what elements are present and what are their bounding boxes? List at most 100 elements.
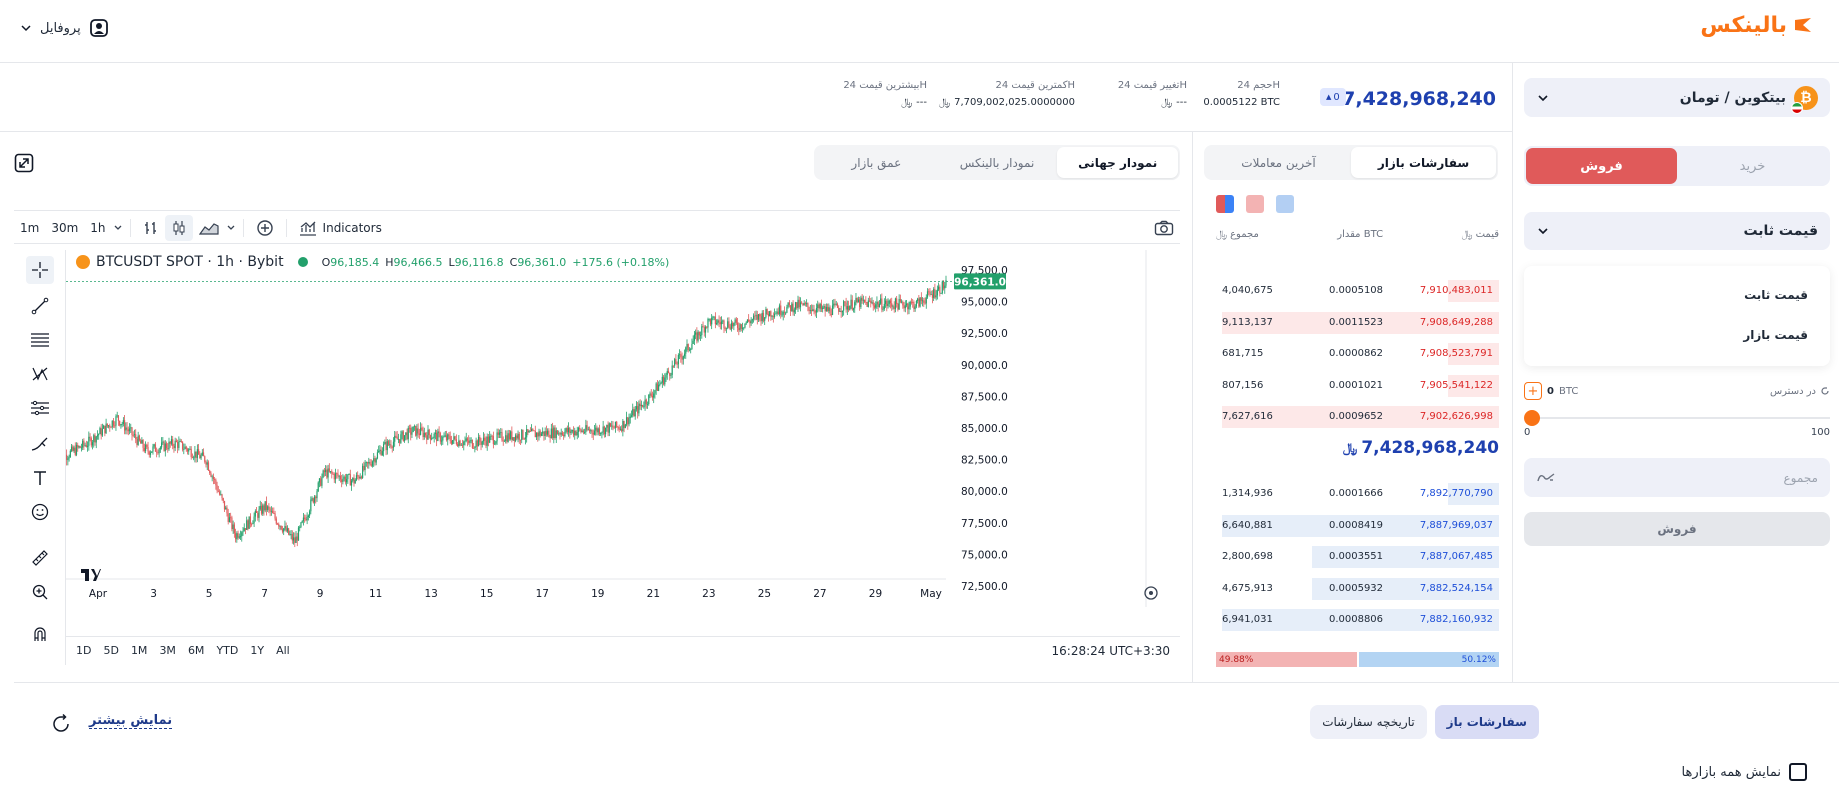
pattern-icon[interactable] [26, 360, 54, 388]
candle-body [321, 477, 323, 486]
fullscreen-icon[interactable] [14, 153, 34, 176]
tab-global-chart[interactable]: نمودار جهانی [1057, 147, 1178, 178]
axis-settings-icon[interactable] [1144, 586, 1158, 600]
sell-tab[interactable]: فروش [1526, 148, 1677, 184]
candle-body [719, 322, 721, 325]
candle-body [455, 439, 457, 445]
refresh-icon[interactable] [1820, 386, 1830, 396]
candle-body [775, 313, 777, 315]
candle-body [235, 533, 237, 540]
candle-body [283, 528, 285, 532]
interval-1h[interactable]: 1h [84, 215, 111, 241]
candle-body [260, 505, 263, 514]
candle-body [651, 395, 654, 398]
profile-menu[interactable]: پروفایل [20, 18, 109, 38]
range-1y[interactable]: 1Y [250, 644, 264, 657]
crosshair-icon[interactable] [26, 256, 54, 284]
bid-row[interactable]: 7,887,969,037 0.0008419 6,640,881 [1216, 514, 1499, 537]
trendline-icon[interactable] [26, 292, 54, 320]
candle-body [299, 526, 301, 528]
amount-slider[interactable] [1524, 408, 1830, 428]
range-1m[interactable]: 1M [131, 644, 148, 657]
prediction-icon[interactable] [26, 394, 54, 422]
submit-sell-button[interactable]: فروش [1524, 512, 1830, 546]
candle-body [429, 435, 432, 440]
candle-body [466, 438, 469, 441]
show-all-markets[interactable]: نمایش همه بازارها [1682, 763, 1807, 781]
chevron-down-icon[interactable] [225, 222, 237, 234]
range-all[interactable]: All [276, 644, 290, 657]
candle-body [908, 306, 910, 310]
tab-open-orders[interactable]: سفارشات باز [1434, 705, 1539, 739]
candle-body [637, 406, 639, 414]
show-all-checkbox[interactable] [1789, 763, 1807, 781]
market-selector[interactable]: ₿ بیتکوین / تومان [1524, 78, 1830, 117]
candle-body [288, 528, 290, 535]
candle-body [579, 427, 581, 430]
show-more-link[interactable]: نمایش بیشتر [89, 713, 173, 729]
indicators-button[interactable]: Indicators [293, 215, 388, 241]
candle-body [915, 300, 917, 307]
chevron-down-icon[interactable] [112, 222, 124, 234]
slider-handle[interactable] [1524, 410, 1540, 426]
tab-market-depth[interactable]: عمق بازار [816, 147, 937, 178]
ask-row[interactable]: 7,905,541,122 0.0001021 807,156 [1216, 374, 1499, 397]
chart-clock[interactable]: 16:28:24 UTC+3:30 [1052, 644, 1171, 658]
ask-row[interactable]: 7,902,626,998 0.0009652 7,627,616 [1216, 406, 1499, 428]
deposit-plus-icon[interactable]: + [1524, 382, 1542, 400]
candle-body [698, 331, 700, 336]
ruler-icon[interactable] [26, 544, 54, 572]
tab-order-history[interactable]: تاریخچه سفارشات [1310, 705, 1427, 739]
range-3m[interactable]: 3M [159, 644, 176, 657]
refresh-icon[interactable] [50, 713, 72, 738]
compare-plus-icon[interactable] [250, 215, 280, 241]
brush-icon[interactable] [26, 430, 54, 458]
ask-row[interactable]: 7,908,649,288 0.0011523 9,113,137 [1216, 311, 1499, 334]
bid-row[interactable]: 7,892,770,790 0.0001666 1,314,936 [1216, 483, 1499, 505]
tab-market-orders[interactable]: سفارشات بازار [1351, 147, 1496, 178]
candles-icon[interactable] [164, 214, 193, 241]
candle-body [90, 438, 92, 446]
zoom-icon[interactable] [26, 578, 54, 606]
stat-change: تغییر قیمت 24H ﷼ --- [1118, 80, 1187, 108]
interval-30m[interactable]: 30m [45, 215, 84, 241]
view-bids-icon[interactable] [1276, 195, 1294, 213]
range-6m[interactable]: 6M [188, 644, 205, 657]
range-ytd[interactable]: YTD [216, 644, 238, 657]
bid-row[interactable]: 7,887,067,485 0.0003551 2,800,698 [1216, 546, 1499, 568]
magnet-icon[interactable] [26, 620, 54, 648]
tab-balinex-chart[interactable]: نمودار بالینکس [937, 147, 1058, 178]
fib-lines-icon[interactable] [26, 326, 54, 354]
price-chart[interactable]: 97,500.095,000.092,500.090,000.087,500.0… [66, 250, 1180, 636]
interval-1m[interactable]: 1m [14, 215, 45, 241]
bid-row[interactable]: 7,882,160,932 0.0008806 6,941,031 [1216, 609, 1499, 631]
candle-body [901, 301, 903, 303]
emoji-icon[interactable] [26, 498, 54, 526]
stat-value: --- [1176, 97, 1187, 108]
range-5d[interactable]: 5D [103, 644, 118, 657]
view-asks-icon[interactable] [1246, 195, 1264, 213]
mid-price: ﷼ 7,428,968,240 [1216, 438, 1499, 458]
area-chart-icon[interactable] [193, 215, 225, 241]
available-value: 0 [1547, 385, 1554, 397]
candle-body [882, 309, 884, 310]
ask-row[interactable]: 7,908,523,791 0.0000862 681,715 [1216, 343, 1499, 365]
total-field[interactable]: مجموع [1524, 458, 1830, 497]
camera-icon[interactable] [1148, 215, 1180, 241]
candle-body [928, 291, 930, 293]
candle-body [505, 435, 507, 442]
range-1d[interactable]: 1D [76, 644, 91, 657]
tab-last-trades[interactable]: آخرین معاملات [1206, 147, 1351, 178]
view-both-icon[interactable] [1216, 195, 1234, 213]
option-fixed-price[interactable]: قیمت ثابت [1744, 288, 1808, 302]
brand-logo[interactable]: بالینکس [1700, 10, 1813, 40]
buy-tab[interactable]: خرید [1677, 148, 1828, 184]
bid-row[interactable]: 7,882,524,154 0.0005932 4,675,913 [1216, 577, 1499, 600]
candle-body [517, 433, 519, 439]
option-market-price[interactable]: قیمت بازار [1743, 328, 1808, 342]
ask-row[interactable]: 7,910,483,011 0.0005108 4,040,675 [1216, 280, 1499, 302]
bar-type-icon[interactable] [137, 215, 165, 241]
text-icon[interactable] [26, 464, 54, 492]
tradingview-logo[interactable] [80, 568, 110, 586]
order-type-select[interactable]: قیمت ثابت [1524, 212, 1830, 250]
